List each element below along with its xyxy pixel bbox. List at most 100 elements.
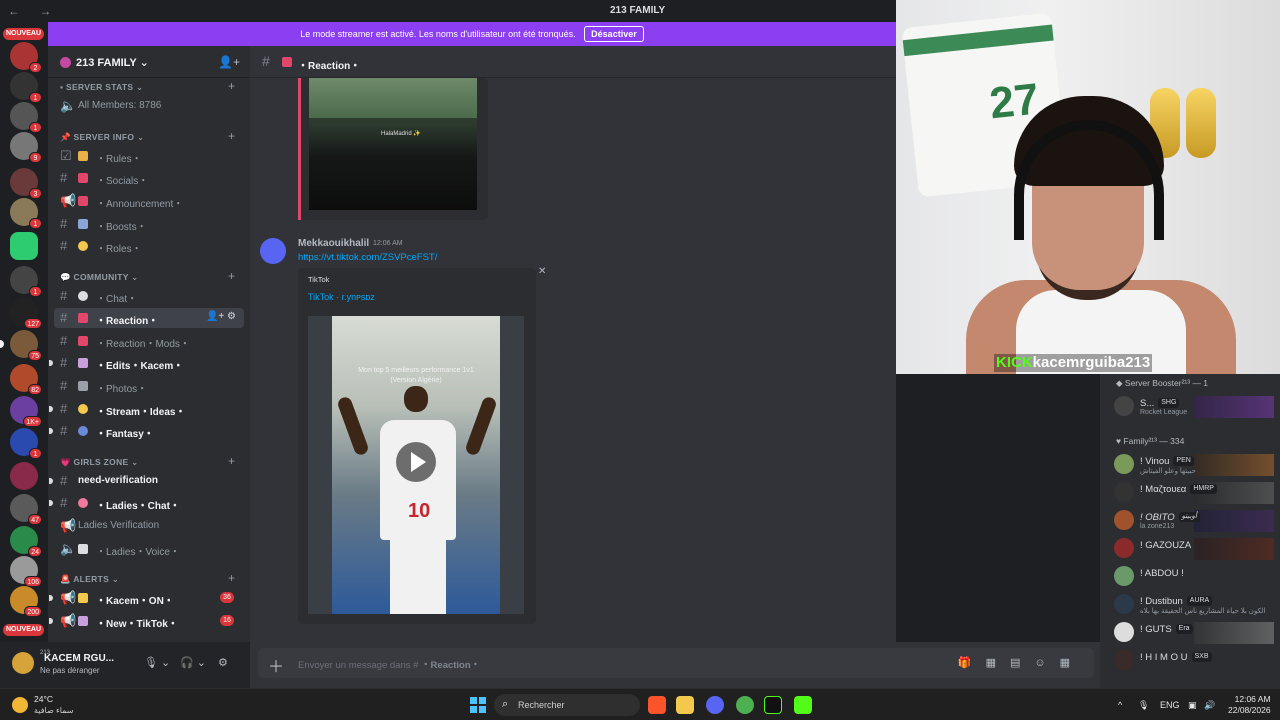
- play-icon[interactable]: [396, 442, 436, 482]
- avatar[interactable]: [260, 238, 286, 264]
- discord-icon[interactable]: [706, 696, 724, 714]
- server-icon[interactable]: 1: [10, 198, 42, 229]
- app-icon[interactable]: [764, 696, 782, 714]
- server-icon[interactable]: 1K+: [10, 396, 42, 427]
- windows-start-icon[interactable]: [470, 697, 486, 713]
- hash-icon: #: [60, 355, 68, 370]
- channel-ladies-verification[interactable]: 📢 Ladies Verification: [54, 516, 244, 536]
- server-icon[interactable]: 47: [10, 494, 42, 525]
- member-item[interactable]: ! GUTS Era: [1114, 622, 1274, 644]
- server-icon[interactable]: 9: [10, 132, 42, 163]
- username[interactable]: KACEM RGU...: [44, 653, 114, 664]
- add-channel-icon[interactable]: +: [228, 79, 235, 93]
- channel-chat[interactable]: # ・Chat・: [54, 286, 244, 306]
- brave-icon[interactable]: [648, 696, 666, 714]
- server-icon[interactable]: 1: [10, 72, 42, 103]
- member-item[interactable]: ! ABDOU !: [1114, 566, 1274, 588]
- channel-all-members[interactable]: 🔈 All Members: 8786: [54, 96, 244, 116]
- gear-icon[interactable]: ⚙: [218, 656, 228, 669]
- channel-need-verification[interactable]: # need-verification: [49, 471, 244, 491]
- channel-photos[interactable]: # ・Photos・: [54, 376, 244, 396]
- message-author[interactable]: Mekkaouikhalil: [298, 238, 369, 249]
- channel-new-tiktok[interactable]: 📢 ・New・TikTok・ 16: [49, 611, 244, 631]
- channel-ladies-chat[interactable]: # ・Ladies・Chat・: [49, 493, 244, 513]
- category-alerts[interactable]: 🚨 ALERTS ⌄ +: [60, 571, 235, 585]
- member-item[interactable]: ! OBITO أوبيتو la zone213: [1114, 510, 1274, 532]
- weather-icon[interactable]: [12, 697, 28, 713]
- network-icon[interactable]: ▣: [1188, 700, 1197, 711]
- add-attachment-icon[interactable]: ＋: [268, 653, 284, 677]
- microphone-icon[interactable]: 🎙 ⌄: [144, 656, 170, 669]
- nouveau-badge: NOUVEAU: [3, 624, 45, 636]
- server-icon-kick[interactable]: [10, 232, 38, 260]
- channel-kacem-on[interactable]: 📢 ・Kacem・ON・ 36: [49, 588, 244, 608]
- server-icon[interactable]: 1: [10, 102, 42, 133]
- channel-edits-kacem[interactable]: # ・Edits・Kacem・: [49, 353, 244, 373]
- category-girls-zone[interactable]: 💗 GIRLS ZONE ⌄ +: [60, 454, 235, 468]
- previous-video-embed[interactable]: HalaMadrid ✨: [298, 78, 488, 220]
- server-icon[interactable]: [10, 462, 38, 490]
- add-channel-icon[interactable]: +: [228, 454, 235, 468]
- server-icon[interactable]: 82: [10, 364, 42, 395]
- member-item[interactable]: ! H I M O U SXB: [1114, 650, 1274, 672]
- server-icon[interactable]: 1: [10, 266, 42, 297]
- channel-ladies-voice[interactable]: 🔈 ・Ladies・Voice・: [54, 539, 244, 559]
- member-item[interactable]: S... SHG Rocket League: [1114, 396, 1274, 418]
- add-channel-icon[interactable]: +: [228, 129, 235, 143]
- server-icon[interactable]: 24: [10, 526, 42, 557]
- server-icon[interactable]: 106: [10, 556, 42, 587]
- server-header[interactable]: 213 FAMILY ⌄ 👤+: [48, 46, 250, 78]
- invite-people-icon[interactable]: 👤+: [218, 55, 240, 69]
- member-item[interactable]: ! Dustibun AURA الكون بلا حياة المشاريع ن…: [1114, 594, 1274, 616]
- message-input[interactable]: ＋ Envoyer un message dans # ・Reaction・ 🎁…: [258, 648, 1094, 678]
- hash-icon: #: [60, 216, 68, 231]
- channel-reaction[interactable]: # ・Reaction・ 👤+ ⚙: [54, 308, 244, 328]
- file-explorer-icon[interactable]: [676, 696, 694, 714]
- speaker-icon: 🔈: [60, 98, 77, 113]
- channel-rules[interactable]: ☑ ・Rules・: [54, 146, 244, 166]
- channel-settings-icon[interactable]: 👤+ ⚙: [206, 311, 236, 322]
- hash-icon: #: [262, 53, 270, 69]
- avatar: [1114, 566, 1134, 586]
- channel-fantasy[interactable]: # ・Fantasy・: [49, 421, 244, 441]
- video-thumbnail[interactable]: HalaMadrid ✨: [309, 78, 477, 210]
- kick-icon[interactable]: [794, 696, 812, 714]
- avatar[interactable]: [12, 652, 34, 674]
- channel-socials[interactable]: # ・Socials・: [54, 168, 244, 188]
- headphones-icon[interactable]: 🎧 ⌄: [180, 656, 206, 669]
- disable-streamer-mode-button[interactable]: Désactiver: [584, 26, 644, 42]
- server-icon[interactable]: 75: [0, 330, 42, 361]
- member-item[interactable]: ! Μαζτουεα HMRP: [1114, 482, 1274, 504]
- clock[interactable]: 12:06 AM 22/08/2026: [1228, 694, 1271, 716]
- channel-announcement[interactable]: 📢 ・Announcement・: [54, 191, 244, 211]
- video-player[interactable]: 10 Mon top 5 meilleurs performance 1v1 (…: [308, 316, 524, 614]
- chevron-up-icon[interactable]: ^: [1118, 700, 1122, 710]
- category-community[interactable]: 💬 COMMUNITY ⌄ +: [60, 269, 235, 283]
- category-server-info[interactable]: 📌 SERVER INFO ⌄ +: [60, 129, 235, 143]
- channel-reaction-mods[interactable]: # ・Reaction・Mods・: [54, 331, 244, 351]
- server-icon[interactable]: 200: [10, 586, 42, 617]
- category-server-stats[interactable]: ▪ SERVER STATS ⌄ +: [60, 79, 235, 93]
- composer-tools[interactable]: 🎁▦▤☺▦: [958, 656, 1084, 669]
- server-icon[interactable]: 1: [10, 428, 42, 459]
- channel-boosts[interactable]: # ・Boosts・: [54, 214, 244, 234]
- server-icon[interactable]: 2: [10, 42, 42, 73]
- close-icon[interactable]: ✕: [538, 266, 546, 277]
- server-icon[interactable]: 3: [10, 168, 42, 199]
- message-link[interactable]: https://vt.tiktok.com/ZSVPceFST/: [298, 252, 437, 263]
- volume-icon[interactable]: 🔊: [1204, 700, 1215, 711]
- language-indicator[interactable]: ENG: [1160, 700, 1180, 710]
- message-placeholder: Envoyer un message dans # ・Reaction・: [298, 660, 481, 671]
- channel-roles[interactable]: # ・Roles・: [54, 236, 244, 256]
- microphone-icon[interactable]: 🎙: [1138, 700, 1149, 711]
- channel-stream-ideas[interactable]: # ・Stream・Ideas・: [49, 399, 244, 419]
- member-item[interactable]: ! GAZOUZA: [1114, 538, 1274, 560]
- server-icon[interactable]: 127: [10, 298, 42, 329]
- member-item[interactable]: ! Vinou PEN حبيتها وعلو الفيتاش: [1114, 454, 1274, 476]
- add-channel-icon[interactable]: +: [228, 571, 235, 585]
- back-forward-icon[interactable]: ← →: [8, 4, 59, 18]
- chrome-icon[interactable]: [736, 696, 754, 714]
- taskbar-search[interactable]: ⌕ Rechercher: [494, 694, 640, 716]
- add-channel-icon[interactable]: +: [228, 269, 235, 283]
- embed-title-link[interactable]: TikTok · r.ynᴘsᴅᴢ: [308, 292, 375, 302]
